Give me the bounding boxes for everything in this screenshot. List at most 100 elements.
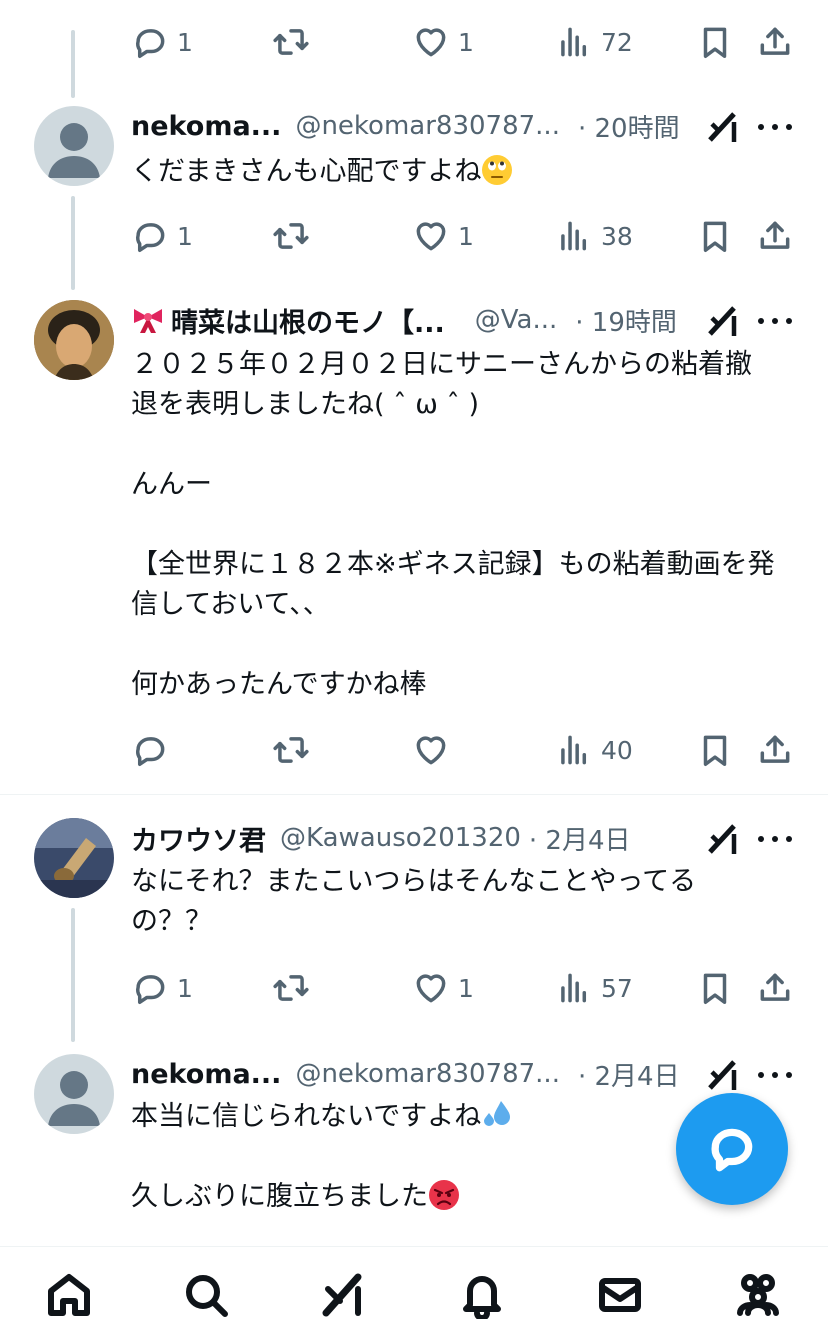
tab-home[interactable] bbox=[45, 1271, 93, 1319]
tweet-actions: 40 bbox=[0, 720, 828, 780]
reply-count: 1 bbox=[177, 27, 193, 57]
share-button[interactable] bbox=[756, 206, 794, 266]
retweet-button[interactable] bbox=[272, 720, 310, 780]
mail-icon bbox=[599, 1278, 641, 1312]
user-handle[interactable]: @Kawauso201320 bbox=[280, 823, 521, 853]
share-button[interactable] bbox=[756, 720, 794, 780]
more-options-icon[interactable] bbox=[758, 829, 792, 849]
display-name[interactable]: カワウソ君 bbox=[131, 819, 266, 858]
bell-icon bbox=[463, 1276, 501, 1321]
views-button[interactable]: 72 bbox=[555, 12, 633, 72]
grok-icon[interactable] bbox=[704, 820, 742, 858]
display-name[interactable]: 晴菜は山根のモノ【... bbox=[171, 301, 445, 340]
views-icon bbox=[555, 969, 593, 1007]
reply-icon bbox=[131, 731, 169, 769]
search-icon bbox=[186, 1275, 228, 1317]
avatar[interactable] bbox=[34, 818, 114, 898]
like-icon bbox=[412, 217, 450, 255]
tweet-actions: 1 1 72 bbox=[0, 12, 828, 72]
bookmark-button[interactable] bbox=[696, 12, 734, 72]
bookmark-icon bbox=[696, 23, 734, 61]
like-count: 1 bbox=[458, 27, 474, 57]
tweet-header: nekoma... @nekomar830787... · 20時間 bbox=[131, 104, 680, 148]
avatar[interactable] bbox=[34, 106, 114, 186]
face-with-rolling-eyes-icon bbox=[482, 155, 513, 185]
bookmark-icon bbox=[696, 969, 734, 1007]
tab-notifications[interactable] bbox=[458, 1271, 506, 1321]
tweet-actions: 1 1 38 bbox=[0, 206, 828, 266]
view-count: 38 bbox=[601, 221, 633, 251]
avatar[interactable] bbox=[34, 1054, 114, 1134]
profile-photo-icon bbox=[34, 300, 114, 380]
user-handle[interactable]: @Va... bbox=[475, 305, 558, 335]
profile-photo-icon bbox=[34, 818, 114, 898]
tweet-header: 晴菜は山根のモノ【... @Va... · 19時間 bbox=[131, 298, 677, 342]
compose-reply-button[interactable] bbox=[676, 1093, 788, 1205]
like-button[interactable]: 1 bbox=[412, 206, 474, 266]
views-icon bbox=[555, 731, 593, 769]
more-options-icon[interactable] bbox=[758, 117, 792, 137]
share-icon bbox=[756, 23, 794, 61]
display-name[interactable]: nekoma... bbox=[131, 1059, 281, 1090]
retweet-icon bbox=[272, 23, 310, 61]
tab-communities[interactable] bbox=[734, 1271, 782, 1319]
more-options-icon[interactable] bbox=[758, 311, 792, 331]
like-count: 1 bbox=[458, 221, 474, 251]
tweet-thread: 1 1 72 nekoma... @nekomar830787... · 20時… bbox=[0, 0, 828, 1333]
share-icon bbox=[756, 969, 794, 1007]
default-avatar-icon bbox=[48, 1071, 100, 1126]
user-handle[interactable]: @nekomar830787... bbox=[295, 111, 560, 141]
reply-button[interactable]: 1 bbox=[131, 206, 193, 266]
reply-bubble-icon bbox=[711, 1128, 753, 1172]
display-name[interactable]: nekoma... bbox=[131, 111, 281, 142]
grok-icon[interactable] bbox=[704, 108, 742, 146]
grok-icon[interactable] bbox=[704, 1056, 742, 1094]
like-icon bbox=[412, 969, 450, 1007]
bookmark-button[interactable] bbox=[696, 720, 734, 780]
tweet-text: なにそれ？またこいつらはそんなことやってる の？？ bbox=[131, 866, 697, 937]
views-button[interactable]: 40 bbox=[555, 720, 633, 780]
views-icon bbox=[555, 23, 593, 61]
reply-button[interactable] bbox=[131, 720, 169, 780]
grok-icon[interactable] bbox=[704, 302, 742, 340]
grok-icon bbox=[322, 1273, 362, 1317]
like-button[interactable]: 1 bbox=[412, 12, 474, 72]
reply-button[interactable]: 1 bbox=[131, 12, 193, 72]
tab-grok[interactable] bbox=[320, 1271, 368, 1319]
divider bbox=[0, 794, 828, 795]
ribbon-icon bbox=[134, 309, 162, 333]
tab-search[interactable] bbox=[182, 1271, 230, 1319]
bookmark-icon bbox=[696, 217, 734, 255]
retweet-button[interactable] bbox=[272, 958, 310, 1018]
like-count: 1 bbox=[458, 973, 474, 1003]
reply-button[interactable]: 1 bbox=[131, 958, 193, 1018]
more-options-icon[interactable] bbox=[758, 1065, 792, 1085]
views-button[interactable]: 57 bbox=[555, 958, 633, 1018]
bookmark-button[interactable] bbox=[696, 958, 734, 1018]
bookmark-button[interactable] bbox=[696, 206, 734, 266]
avatar[interactable] bbox=[34, 300, 114, 380]
view-count: 40 bbox=[601, 735, 633, 765]
tweet-header: nekoma... @nekomar830787... · 2月4日 bbox=[131, 1052, 680, 1096]
share-button[interactable] bbox=[756, 12, 794, 72]
timestamp[interactable]: · 20時間 bbox=[578, 108, 680, 145]
retweet-button[interactable] bbox=[272, 206, 310, 266]
views-button[interactable]: 38 bbox=[555, 206, 633, 266]
share-button[interactable] bbox=[756, 958, 794, 1018]
like-button[interactable] bbox=[412, 720, 450, 780]
retweet-icon bbox=[272, 731, 310, 769]
timestamp[interactable]: · 19時間 bbox=[575, 302, 677, 339]
like-button[interactable]: 1 bbox=[412, 958, 474, 1018]
bookmark-icon bbox=[696, 731, 734, 769]
angry-face-icon bbox=[429, 1180, 459, 1210]
user-handle[interactable]: @nekomar830787... bbox=[295, 1059, 560, 1089]
tweet-header: カワウソ君 @Kawauso201320 · 2月4日 bbox=[131, 816, 631, 860]
tweet-text: ２０２５年０２月０２日にサニーさんからの粘着撤 退を表明しましたね( ˆ ω ˆ… bbox=[131, 349, 775, 700]
communities-icon bbox=[737, 1274, 779, 1316]
retweet-icon bbox=[272, 969, 310, 1007]
views-icon bbox=[555, 217, 593, 255]
retweet-button[interactable] bbox=[272, 12, 310, 72]
timestamp[interactable]: · 2月4日 bbox=[578, 1056, 680, 1093]
tab-messages[interactable] bbox=[596, 1271, 644, 1319]
timestamp[interactable]: · 2月4日 bbox=[529, 820, 631, 857]
